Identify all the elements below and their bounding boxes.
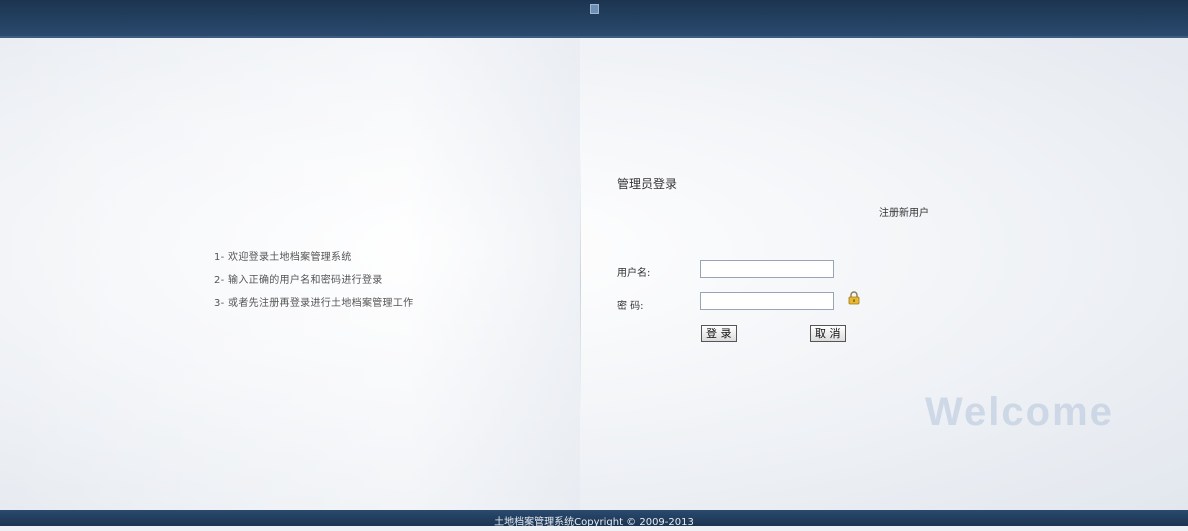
username-label: 用户名:	[617, 268, 651, 279]
password-input[interactable]	[700, 292, 834, 310]
login-button[interactable]: 登 录	[701, 325, 737, 342]
welcome-watermark: Welcome	[925, 390, 1114, 434]
tips-list: 1- 欢迎登录土地档案管理系统 2- 输入正确的用户名和密码进行登录 3- 或者…	[214, 246, 413, 315]
tip-item-2: 2- 输入正确的用户名和密码进行登录	[214, 275, 383, 286]
footer-bar: 土地档案管理系统Copyright © 2009-2013	[0, 510, 1188, 528]
resize-handle-top[interactable]	[590, 4, 599, 14]
username-input[interactable]	[700, 260, 834, 278]
register-link[interactable]: 注册新用户	[879, 204, 929, 219]
panel-divider	[580, 148, 581, 418]
login-title: 管理员登录	[617, 177, 678, 191]
top-header-bar	[0, 0, 1188, 38]
tip-item-1: 1- 欢迎登录土地档案管理系统	[214, 252, 352, 263]
password-label: 密 码:	[617, 301, 644, 312]
cancel-button[interactable]: 取 消	[810, 325, 846, 342]
copyright-text: 土地档案管理系统Copyright © 2009-2013	[494, 517, 694, 528]
tip-item-3: 3- 或者先注册再登录进行土地档案管理工作	[214, 298, 414, 309]
lock-icon	[848, 291, 860, 305]
login-main-area: 1- 欢迎登录土地档案管理系统 2- 输入正确的用户名和密码进行登录 3- 或者…	[0, 38, 1188, 510]
intro-panel: 1- 欢迎登录土地档案管理系统 2- 输入正确的用户名和密码进行登录 3- 或者…	[0, 38, 580, 510]
